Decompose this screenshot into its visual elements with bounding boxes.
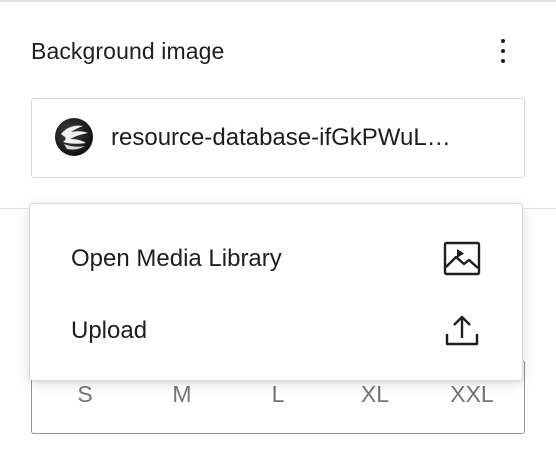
panel-title: Background image <box>31 38 225 64</box>
size-option-l[interactable]: L <box>238 381 318 408</box>
size-option-xxl[interactable]: XXL <box>432 381 512 408</box>
background-image-file-button[interactable]: resource-database-ifGkPWuL… <box>31 98 525 178</box>
menu-item-label: Upload <box>71 317 148 344</box>
upload-icon <box>442 310 482 350</box>
media-library-icon <box>442 238 482 278</box>
image-thumbnail <box>55 118 93 156</box>
menu-item-label: Open Media Library <box>71 245 282 272</box>
size-option-xl[interactable]: XL <box>335 381 415 408</box>
more-vertical-icon <box>501 39 505 43</box>
menu-item-upload[interactable]: Upload <box>30 300 522 360</box>
menu-item-open-media-library[interactable]: Open Media Library <box>30 228 522 288</box>
size-option-s[interactable]: S <box>45 381 125 408</box>
options-menu-button[interactable] <box>491 34 515 68</box>
panel-header: Background image <box>31 36 525 66</box>
more-dot <box>501 49 505 53</box>
image-source-dropdown: Open Media Library Upload <box>29 203 523 381</box>
file-name: resource-database-ifGkPWuL… <box>111 124 451 151</box>
size-option-m[interactable]: M <box>142 381 222 408</box>
top-divider <box>0 0 556 2</box>
more-dot <box>501 59 505 63</box>
